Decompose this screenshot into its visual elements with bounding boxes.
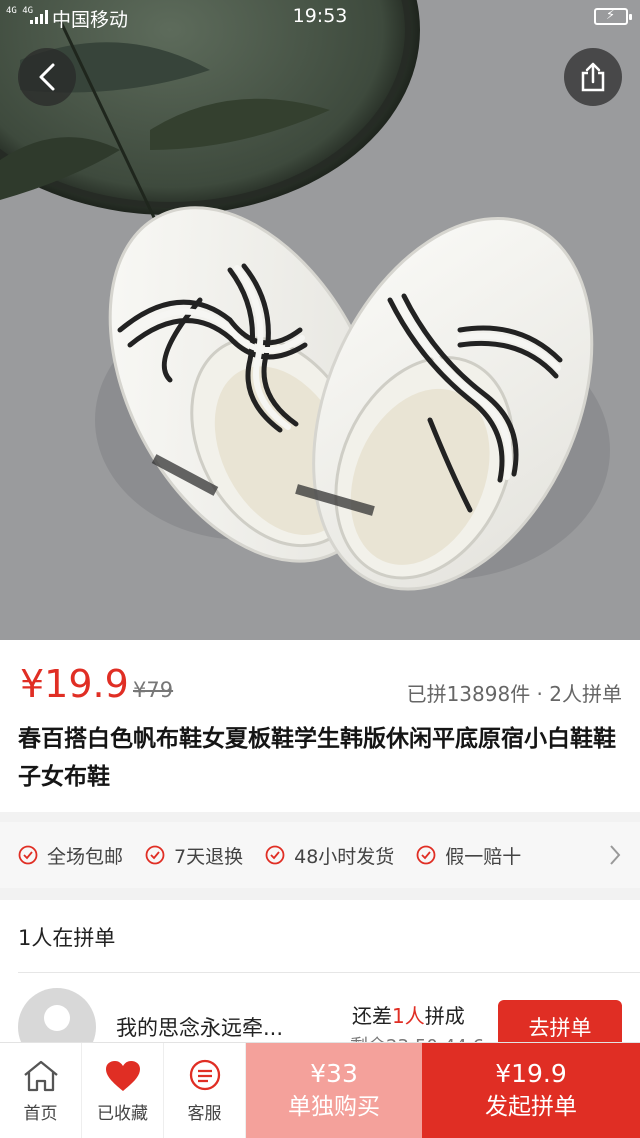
chat-icon bbox=[189, 1059, 220, 1090]
group-buy-price: ¥19.9 bbox=[495, 1059, 567, 1088]
heart-icon bbox=[105, 1060, 140, 1091]
status-bar: 4G 4G 中国移动 19:53 ⚡ bbox=[0, 0, 640, 34]
check-circle-icon bbox=[18, 845, 38, 865]
bottom-action-bar: 首页 已收藏 客服 ¥33 单独购买 ¥19.9 发起拼单 bbox=[0, 1042, 640, 1138]
guarantee-label: 假一赔十 bbox=[445, 845, 522, 868]
needed-suffix: 拼成 bbox=[424, 1004, 465, 1028]
guarantee-label: 48小时发货 bbox=[294, 845, 395, 868]
product-title: 春百搭白色帆布鞋女夏板鞋学生韩版休闲平底原宿小白鞋鞋子女布鞋 bbox=[18, 726, 616, 790]
group-price: ¥19.9 bbox=[20, 662, 129, 706]
solo-price: ¥33 bbox=[310, 1059, 358, 1088]
product-image[interactable]: 4G 4G 中国移动 19:53 ⚡ bbox=[0, 0, 640, 640]
group-count-heading: 1人在拼单 bbox=[18, 926, 116, 950]
battery-icon: ⚡ bbox=[594, 8, 632, 25]
group-member-name: 我的思念永远牵... bbox=[116, 1016, 284, 1040]
original-price: ¥79 bbox=[133, 678, 174, 702]
check-circle-icon bbox=[416, 845, 436, 865]
needed-count: 1人 bbox=[392, 1004, 425, 1028]
group-buy-label: 发起拼单 bbox=[485, 1094, 577, 1120]
chevron-right-icon bbox=[610, 845, 621, 865]
guarantee-label: 全场包邮 bbox=[47, 845, 124, 868]
home-icon bbox=[23, 1060, 58, 1091]
chevron-left-icon bbox=[39, 63, 55, 91]
guarantee-label: 7天退换 bbox=[174, 845, 244, 868]
section-divider bbox=[0, 888, 640, 900]
guarantee-item: 48小时发货 bbox=[265, 842, 394, 869]
tab-service[interactable]: 客服 bbox=[164, 1043, 246, 1138]
sold-count: 已拼13898件 · 2人拼单 bbox=[406, 682, 622, 706]
check-circle-icon bbox=[265, 845, 285, 865]
service-guarantees[interactable]: 全场包邮 7天退换 48小时发货 假一赔十 bbox=[0, 822, 640, 888]
needed-prefix: 还差 bbox=[352, 1004, 392, 1028]
solo-label: 单独购买 bbox=[288, 1094, 380, 1120]
tab-home-label: 首页 bbox=[23, 1103, 58, 1124]
guarantee-item: 假一赔十 bbox=[416, 842, 521, 869]
share-button[interactable] bbox=[564, 48, 622, 106]
needed-people: 还差1人拼成 bbox=[352, 1000, 465, 1029]
tab-service-label: 客服 bbox=[187, 1103, 222, 1124]
start-group-button[interactable]: ¥19.9 发起拼单 bbox=[422, 1043, 640, 1138]
buy-alone-button[interactable]: ¥33 单独购买 bbox=[246, 1043, 422, 1138]
product-photo bbox=[0, 0, 640, 640]
tab-favorite[interactable]: 已收藏 bbox=[82, 1043, 164, 1138]
tab-home[interactable]: 首页 bbox=[0, 1043, 82, 1138]
clock: 19:53 bbox=[292, 5, 348, 27]
tab-favorite-label: 已收藏 bbox=[97, 1103, 148, 1124]
guarantee-item: 7天退换 bbox=[145, 842, 243, 869]
share-icon bbox=[581, 62, 605, 92]
section-divider bbox=[0, 812, 640, 822]
check-circle-icon bbox=[145, 845, 165, 865]
guarantee-item: 全场包邮 bbox=[18, 842, 123, 869]
divider bbox=[18, 972, 640, 973]
back-button[interactable] bbox=[18, 48, 76, 106]
